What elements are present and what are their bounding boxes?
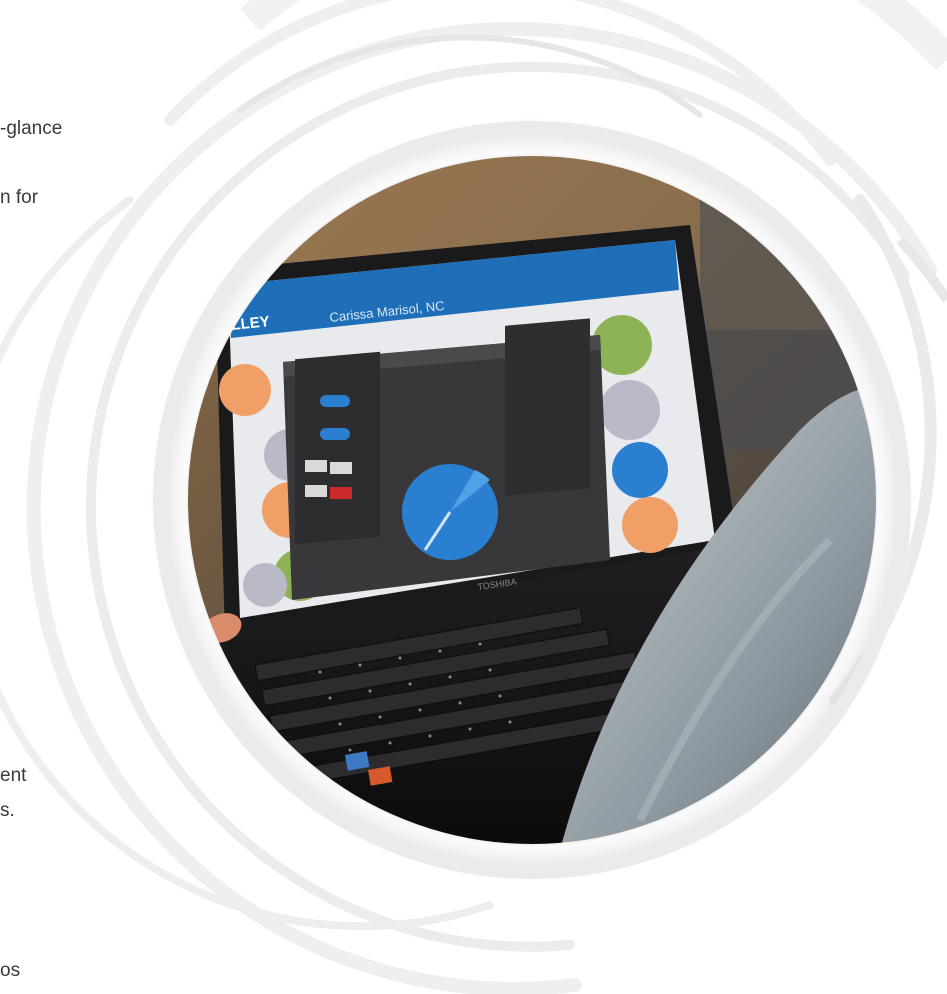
modal-button (330, 487, 352, 499)
modal-button (305, 460, 327, 472)
modal-button (330, 462, 352, 474)
modal-left-panel (295, 351, 380, 545)
screen-pie-orange (219, 364, 271, 416)
laptop-photo: LLEY Carissa Marisol, NC TOSHIBA (186, 154, 878, 846)
modal-toggle (320, 395, 350, 407)
screen-pie-orange (622, 497, 678, 553)
screen-pie-gray (243, 563, 287, 607)
modal-right-panel (505, 318, 590, 496)
modal-toggle (320, 428, 350, 440)
screen-pie-gray (600, 380, 660, 440)
modal-button (305, 485, 327, 497)
screen-pie-blue (612, 442, 668, 498)
